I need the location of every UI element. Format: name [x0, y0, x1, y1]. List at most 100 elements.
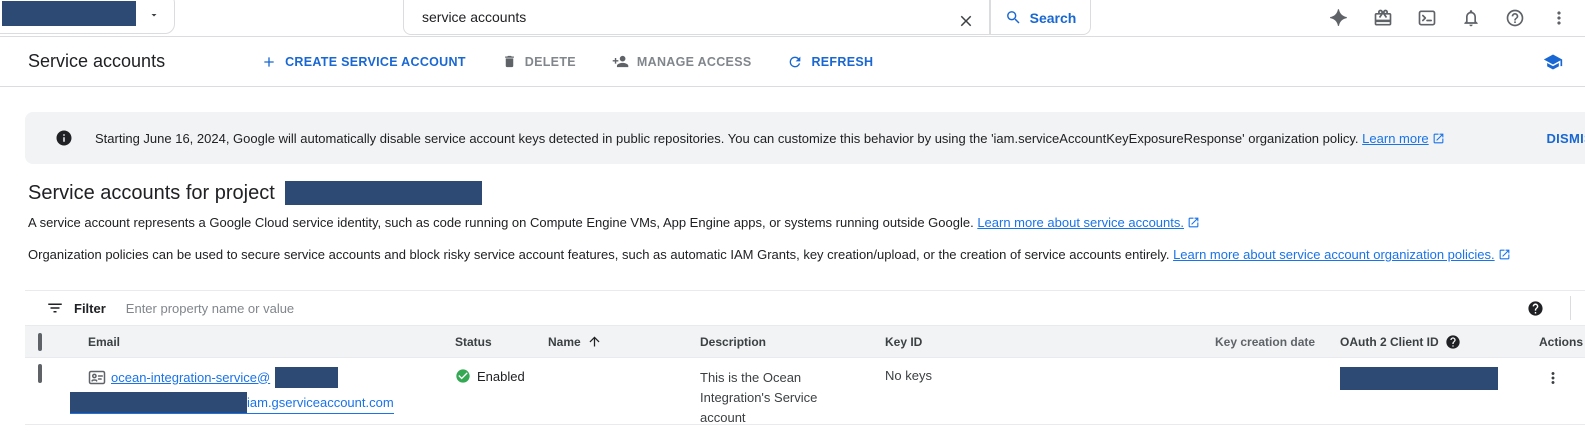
clear-search-button[interactable]	[957, 12, 975, 30]
filter-input[interactable]	[126, 301, 1517, 316]
page-title: Service accounts	[28, 51, 165, 72]
redacted-project-id	[285, 181, 482, 205]
service-account-badge-icon	[88, 370, 106, 385]
column-header-oauth2-client-id-label: OAuth 2 Client ID	[1340, 335, 1439, 349]
filter-list-icon	[46, 299, 64, 317]
refresh-button[interactable]: REFRESH	[787, 54, 873, 70]
person-add-icon	[612, 53, 629, 70]
oauth2-client-id-cell	[1340, 366, 1520, 390]
help-filled-icon	[1527, 300, 1544, 317]
service-account-email-link[interactable]: ocean-integration-service@	[111, 370, 270, 385]
graduation-cap-icon	[1543, 52, 1563, 72]
column-header-name-label: Name	[548, 335, 581, 349]
column-header-oauth2-client-id[interactable]: OAuth 2 Client ID	[1340, 334, 1520, 350]
table-header-row: Email Status Name Description Key ID Key…	[25, 325, 1585, 358]
close-icon	[957, 12, 975, 30]
section-heading: Service accounts for project	[28, 181, 1585, 205]
external-link-icon	[1187, 216, 1200, 229]
column-header-key-id[interactable]: Key ID	[885, 335, 1215, 349]
filter-label: Filter	[74, 301, 106, 316]
learning-button[interactable]	[1543, 52, 1563, 72]
redacted-email-part	[275, 367, 338, 388]
service-accounts-table: Filter Email Status Name Description Key…	[25, 290, 1585, 425]
search-button-label: Search	[1030, 10, 1077, 26]
redacted-oauth2-client-id	[1340, 367, 1498, 390]
search-input[interactable]	[422, 4, 957, 30]
table-row: ocean-integration-service@ iam.gservicea…	[25, 358, 1585, 425]
section-heading-text: Service accounts for project	[28, 182, 275, 205]
gift-icon[interactable]	[1373, 8, 1393, 28]
global-search: Search	[403, 0, 1091, 35]
notifications-bell-icon[interactable]	[1461, 8, 1481, 28]
page-toolbar: Service accounts CREATE SERVICE ACCOUNT …	[0, 37, 1585, 87]
info-banner: Starting June 16, 2024, Google will auto…	[25, 112, 1585, 164]
email-cell: ocean-integration-service@ iam.gservicea…	[88, 366, 455, 416]
row-actions-menu-button[interactable]	[1544, 369, 1562, 387]
refresh-label: REFRESH	[811, 55, 873, 69]
intro-paragraph-1: A service account represents a Google Cl…	[28, 215, 1585, 230]
more-vertical-icon	[1544, 369, 1562, 387]
create-service-account-label: CREATE SERVICE ACCOUNT	[285, 55, 466, 69]
dismiss-button[interactable]: DISMISS	[1546, 131, 1585, 146]
row-checkbox[interactable]	[38, 364, 42, 383]
description-cell: This is the Ocean Integration's Service …	[700, 368, 850, 428]
search-box[interactable]	[403, 0, 990, 35]
top-app-bar: Search	[0, 0, 1585, 37]
redacted-project-name	[2, 1, 136, 26]
external-link-icon	[1432, 132, 1445, 145]
plus-icon	[261, 54, 277, 70]
column-header-status-label: Status	[455, 335, 492, 349]
column-header-email[interactable]: Email	[88, 335, 455, 349]
select-all-checkbox[interactable]	[38, 333, 42, 351]
more-vertical-icon[interactable]	[1549, 8, 1569, 28]
column-header-description-label: Description	[700, 335, 766, 349]
help-filled-icon	[1445, 334, 1461, 350]
learn-more-org-policies-link[interactable]: Learn more about service account organiz…	[1173, 247, 1495, 262]
delete-button[interactable]: DELETE	[502, 54, 576, 69]
service-account-domain-link[interactable]: iam.gserviceaccount.com	[247, 395, 394, 410]
intro-paragraph-2-text: Organization policies can be used to sec…	[28, 247, 1169, 262]
banner-text: Starting June 16, 2024, Google will auto…	[95, 131, 1359, 146]
banner-learn-more-link[interactable]: Learn more	[1362, 131, 1428, 146]
column-header-description[interactable]: Description	[700, 335, 885, 349]
external-link-icon	[1498, 248, 1511, 261]
column-header-key-id-label: Key ID	[885, 335, 922, 349]
sort-arrow-up-icon	[587, 334, 602, 349]
table-filter-bar: Filter	[25, 290, 1585, 325]
topbar-icon-group	[1329, 0, 1569, 36]
column-header-key-creation-date[interactable]: Key creation date	[1215, 335, 1340, 349]
create-service-account-button[interactable]: CREATE SERVICE ACCOUNT	[261, 54, 466, 70]
filter-bar-divider	[1570, 296, 1571, 320]
intro-paragraph-1-text: A service account represents a Google Cl…	[28, 215, 974, 230]
column-header-actions-label: Actions	[1539, 335, 1583, 349]
help-icon[interactable]	[1505, 8, 1525, 28]
info-icon	[55, 129, 73, 147]
column-header-actions: Actions	[1520, 335, 1585, 349]
trash-icon	[502, 54, 517, 69]
manage-access-button[interactable]: MANAGE ACCESS	[612, 53, 752, 70]
actions-cell	[1520, 366, 1585, 390]
banner-message: Starting June 16, 2024, Google will auto…	[95, 131, 1445, 146]
caret-down-icon	[148, 9, 160, 21]
email-line-2: iam.gserviceaccount.com	[70, 392, 394, 414]
manage-access-label: MANAGE ACCESS	[637, 55, 752, 69]
redacted-email-part	[70, 392, 247, 413]
column-header-key-creation-date-label: Key creation date	[1215, 335, 1315, 349]
gemini-sparkle-icon[interactable]	[1329, 8, 1349, 28]
column-header-email-label: Email	[88, 335, 120, 349]
key-id-cell: No keys	[885, 368, 1215, 383]
search-button[interactable]: Search	[990, 0, 1091, 35]
status-cell: Enabled	[455, 368, 548, 384]
intro-paragraph-2: Organization policies can be used to sec…	[28, 247, 1585, 262]
project-selector[interactable]	[0, 0, 175, 34]
learn-more-service-accounts-link[interactable]: Learn more about service accounts.	[977, 215, 1184, 230]
cloud-shell-icon[interactable]	[1417, 8, 1437, 28]
check-circle-icon	[455, 368, 471, 384]
search-icon	[1005, 9, 1022, 26]
column-header-name[interactable]: Name	[548, 334, 700, 349]
filter-help-button[interactable]	[1527, 300, 1544, 317]
status-text: Enabled	[477, 369, 525, 384]
delete-label: DELETE	[525, 55, 576, 69]
column-header-status[interactable]: Status	[455, 335, 548, 349]
refresh-icon	[787, 54, 803, 70]
